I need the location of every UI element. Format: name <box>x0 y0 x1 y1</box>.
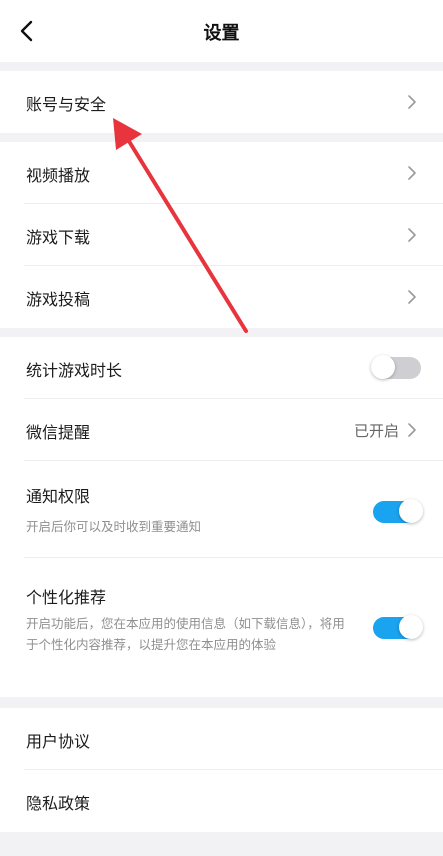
video-play-row[interactable]: 视频播放 <box>0 142 443 204</box>
wechat-reminder-status: 已开启 <box>353 422 399 440</box>
personalized-description: 开启功能后，您在本应用的使用信息（如下载信息），将用于个性化内容推荐，以提升您在… <box>26 616 345 652</box>
privacy-policy-label: 隐私政策 <box>26 794 91 813</box>
user-agreement-label: 用户协议 <box>26 732 91 751</box>
media-section: 视频播放 游戏下载 游戏投稿 <box>0 142 443 328</box>
chevron-right-icon <box>408 290 416 304</box>
game-download-row[interactable]: 游戏下载 <box>0 204 443 266</box>
wechat-reminder-row[interactable]: 微信提醒 已开启 <box>0 399 443 461</box>
page-title: 设置 <box>203 23 240 44</box>
chevron-right-icon <box>408 95 416 109</box>
preferences-section: 统计游戏时长 微信提醒 已开启 通知权限 开启后你可以及时收到重要通知 个性化推… <box>0 337 443 697</box>
game-time-row: 统计游戏时长 <box>0 337 443 399</box>
game-time-label: 统计游戏时长 <box>26 361 123 380</box>
toggle-knob <box>399 499 423 523</box>
game-time-toggle[interactable] <box>371 355 421 379</box>
personalized-toggle[interactable] <box>373 615 423 639</box>
privacy-policy-row[interactable]: 隐私政策 <box>0 770 443 832</box>
toggle-knob <box>371 355 395 379</box>
video-play-label: 视频播放 <box>26 166 91 185</box>
legal-section: 用户协议 隐私政策 <box>0 708 443 832</box>
toggle-knob <box>399 615 423 639</box>
notification-row: 通知权限 开启后你可以及时收到重要通知 <box>0 461 443 558</box>
account-security-label: 账号与安全 <box>26 95 107 114</box>
user-agreement-row[interactable]: 用户协议 <box>0 708 443 770</box>
account-section: 账号与安全 <box>0 71 443 133</box>
game-submit-label: 游戏投稿 <box>26 290 91 309</box>
notification-label: 通知权限 <box>26 487 91 506</box>
game-submit-row[interactable]: 游戏投稿 <box>0 266 443 328</box>
account-security-row[interactable]: 账号与安全 <box>0 71 443 133</box>
chevron-right-icon <box>408 228 416 242</box>
notification-toggle[interactable] <box>373 499 423 523</box>
personalized-label: 个性化推荐 <box>26 588 107 607</box>
top-bar: 设置 <box>0 0 443 62</box>
chevron-right-icon <box>408 423 416 437</box>
personalized-row: 个性化推荐 开启功能后，您在本应用的使用信息（如下载信息），将用于个性化内容推荐… <box>0 558 443 697</box>
notification-description: 开启后你可以及时收到重要通知 <box>26 519 202 534</box>
game-download-label: 游戏下载 <box>26 228 91 247</box>
chevron-right-icon <box>408 166 416 180</box>
wechat-reminder-label: 微信提醒 <box>26 423 91 442</box>
